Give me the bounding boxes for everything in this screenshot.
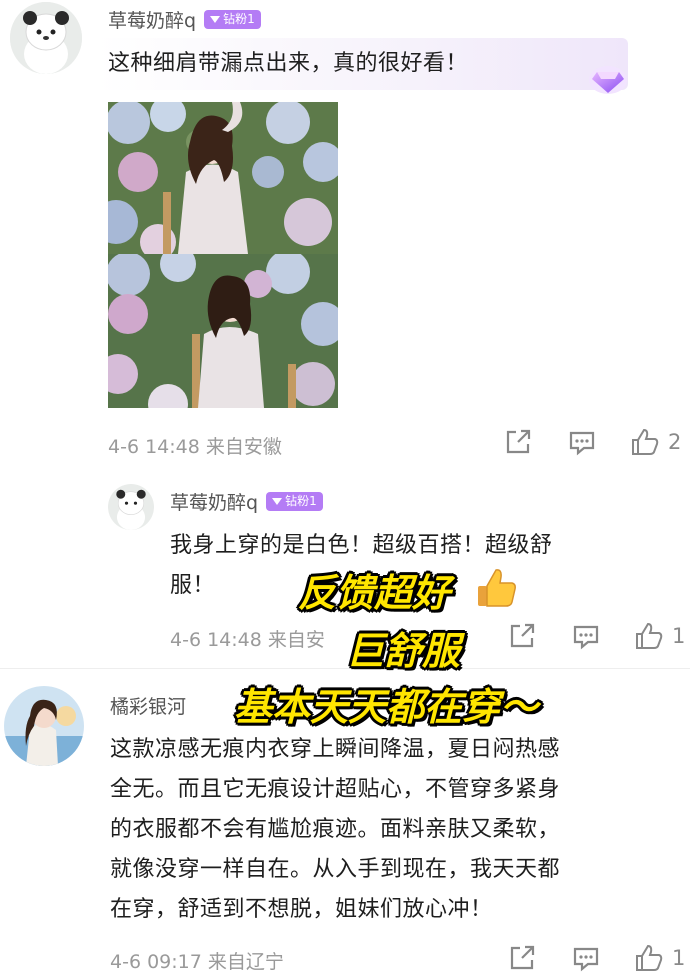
- thumbs-up-emoji-icon: [478, 569, 516, 607]
- like-count: 1: [672, 946, 686, 970]
- comment-text-line-1: 这款凉感无痕内衣穿上瞬间降温，夏日闷热感: [110, 737, 561, 762]
- share-button[interactable]: [508, 622, 536, 650]
- divider: [0, 668, 690, 669]
- reply-username[interactable]: 草莓奶醉q: [170, 488, 258, 515]
- comment-text-line-4: 就像没穿一样自在。从入手到现在，我天天都: [110, 857, 561, 882]
- avatar-image: [10, 2, 82, 74]
- comment-icon: [573, 625, 599, 650]
- diamond-icon: [272, 498, 283, 505]
- comment-button[interactable]: [572, 946, 600, 972]
- reply-text-line-2: 服！: [170, 573, 216, 598]
- thumb-up-icon: [636, 944, 663, 971]
- like-count: 1: [672, 624, 686, 648]
- comment-time: 4-6 14:48 来自安徽: [108, 436, 282, 458]
- username[interactable]: 草莓奶醉q: [108, 6, 196, 33]
- comment-time: 4-6 09:17 来自辽宁: [110, 951, 284, 973]
- share-icon: [506, 429, 531, 454]
- comment-image-1[interactable]: [108, 102, 338, 254]
- like-button[interactable]: 1: [634, 943, 685, 973]
- thumb-up-icon: [632, 428, 659, 455]
- fan-badge-label: 钻粉1: [285, 494, 317, 508]
- comment-image-2[interactable]: [108, 254, 338, 408]
- diamond-icon: [210, 16, 221, 23]
- share-button[interactable]: [508, 944, 536, 972]
- share-button[interactable]: [504, 428, 532, 456]
- comment-button[interactable]: [568, 430, 596, 456]
- fan-badge[interactable]: 钻粉1: [266, 492, 323, 511]
- avatar-image: [4, 686, 84, 766]
- reply-time: 4-6 14:48 来自安: [170, 629, 325, 651]
- comment-text-line-3: 的衣服都不会有尴尬痕迹。面料亲肤又柔软，: [110, 817, 561, 842]
- avatar-image: [108, 484, 154, 530]
- overlay-caption-line-2: 巨舒服: [346, 629, 461, 673]
- comment-text-line-2: 全无。而且它无痕设计超贴心，不管穿多紧身: [110, 777, 561, 802]
- comment-icon: [569, 431, 595, 456]
- share-icon: [510, 623, 535, 648]
- avatar[interactable]: [4, 686, 84, 766]
- like-count: 2: [668, 430, 682, 454]
- share-icon: [510, 945, 535, 970]
- fan-badge-label: 钻粉1: [223, 12, 255, 26]
- like-button[interactable]: 1: [634, 621, 685, 651]
- overlay-caption-line-1: 反馈超好: [298, 571, 451, 615]
- comment-button[interactable]: [572, 624, 600, 650]
- avatar[interactable]: [10, 2, 82, 74]
- reply-avatar[interactable]: [108, 484, 154, 530]
- reply-text-line-1: 我身上穿的是白色！超级百搭！超级舒: [170, 533, 553, 558]
- overlay-caption-line-3: 基本天天都在穿～: [234, 685, 539, 729]
- fan-badge[interactable]: 钻粉1: [204, 10, 261, 29]
- thumb-up-icon: [636, 622, 663, 649]
- like-button[interactable]: 2: [630, 427, 681, 457]
- comment-text: 这种细肩带漏点出来，真的很好看！: [108, 51, 469, 76]
- comment-text-line-5: 在穿，舒适到不想脱，姐妹们放心冲！: [110, 897, 493, 922]
- username[interactable]: 橘彩银河: [110, 692, 186, 719]
- diamond-icon: [589, 66, 627, 94]
- comment-icon: [573, 947, 599, 972]
